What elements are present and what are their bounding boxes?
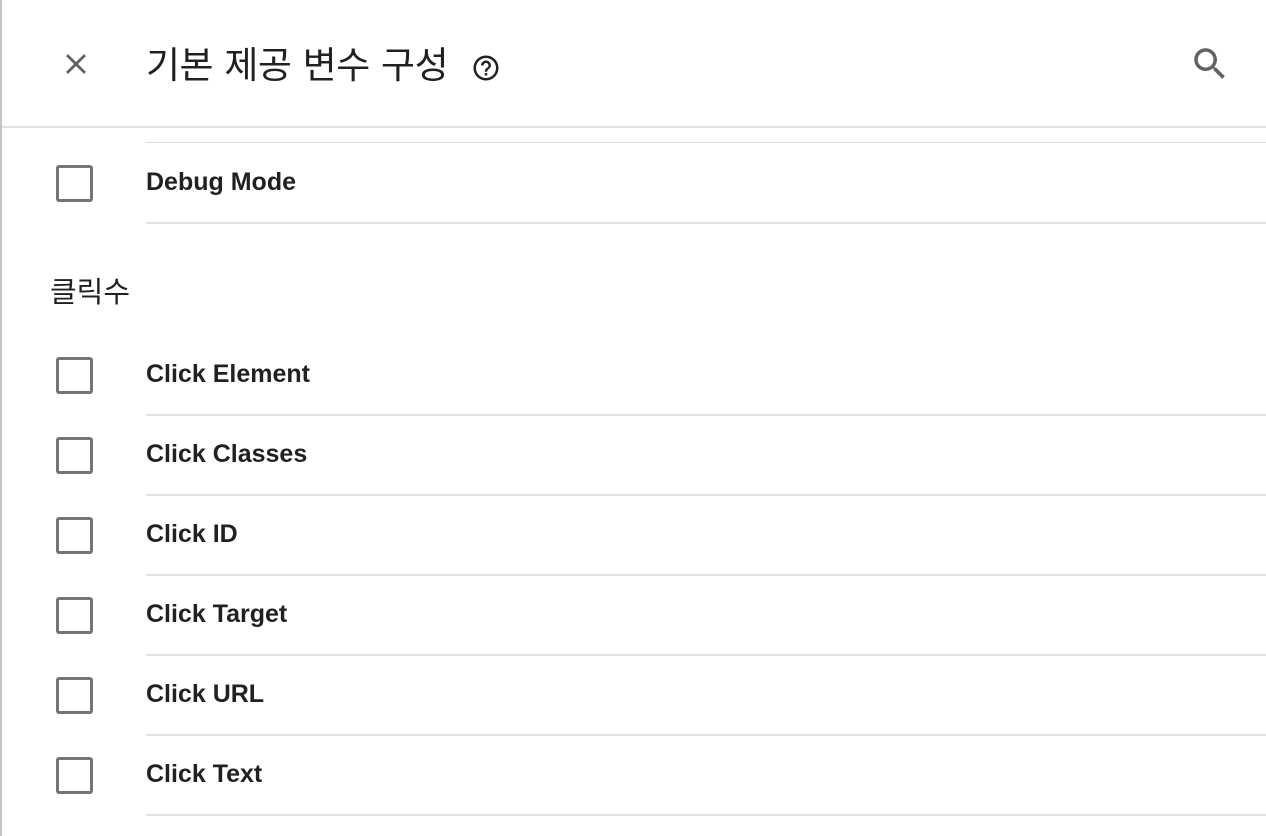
variable-label: Click Text xyxy=(146,760,263,788)
variable-row-click-id[interactable]: Click ID xyxy=(2,496,1266,576)
click-text-checkbox[interactable] xyxy=(56,757,93,794)
panel-header: 기본 제공 변수 구성 xyxy=(2,0,1266,128)
click-element-checkbox[interactable] xyxy=(56,357,93,394)
variable-row-click-element[interactable]: Click Element xyxy=(2,336,1266,416)
variable-label: Click URL xyxy=(146,680,265,708)
search-button[interactable] xyxy=(1186,40,1234,88)
click-url-checkbox[interactable] xyxy=(56,677,93,714)
variable-label: Click ID xyxy=(146,520,238,548)
click-classes-checkbox[interactable] xyxy=(56,437,93,474)
variable-label: Click Element xyxy=(146,360,310,388)
row-divider xyxy=(146,814,1266,816)
variable-row-click-url[interactable]: Click URL xyxy=(2,656,1266,736)
variable-row-click-text[interactable]: Click Text xyxy=(2,736,1266,816)
debug-mode-checkbox[interactable] xyxy=(56,165,93,202)
row-divider xyxy=(146,222,1266,224)
help-circle-icon xyxy=(473,55,499,81)
variable-label: Click Target xyxy=(146,600,288,628)
close-button[interactable] xyxy=(54,40,98,88)
section-heading-clicks: 클릭수 xyxy=(50,275,131,309)
variable-label: Debug Mode xyxy=(146,168,296,196)
close-icon xyxy=(66,54,86,74)
page-title: 기본 제공 변수 구성 xyxy=(146,44,449,87)
search-icon xyxy=(1194,48,1225,79)
variable-row-debug-mode[interactable]: Debug Mode xyxy=(2,144,1266,224)
help-button[interactable] xyxy=(470,52,502,84)
click-id-checkbox[interactable] xyxy=(56,517,93,554)
variable-label: Click Classes xyxy=(146,440,308,468)
list-divider xyxy=(146,142,1266,143)
variable-row-click-target[interactable]: Click Target xyxy=(2,576,1266,656)
click-target-checkbox[interactable] xyxy=(56,597,93,634)
variable-row-click-classes[interactable]: Click Classes xyxy=(2,416,1266,496)
variable-list: Debug Mode 클릭수 Click Element Click Class… xyxy=(2,128,1266,836)
